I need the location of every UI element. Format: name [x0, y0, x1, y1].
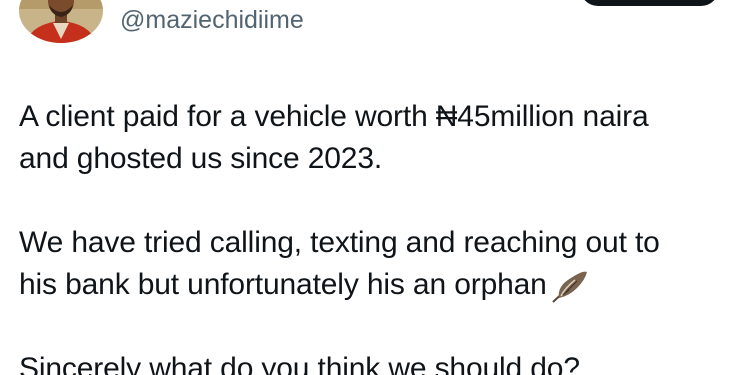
tweet-line: Sincerely what do you think we should do…: [19, 352, 580, 375]
feather-icon: [549, 268, 591, 304]
tweet-line: A client paid for a vehicle worth ₦45mil…: [19, 100, 649, 133]
tweet-line: his bank but unfortunately his an orphan: [19, 264, 739, 306]
tweet-line: and ghosted us since 2023.: [19, 142, 383, 175]
tweet-line: We have tried calling, texting and reach…: [19, 226, 660, 259]
profile-photo-icon: [19, 0, 103, 43]
tweet-text: A client paid for a vehicle worth ₦45mil…: [19, 96, 739, 375]
tweet-line-text: his bank but unfortunately his an orphan: [19, 268, 547, 301]
author-handle[interactable]: @maziechidiime: [120, 5, 304, 35]
avatar[interactable]: [19, 0, 103, 43]
follow-button[interactable]: [580, 0, 719, 6]
